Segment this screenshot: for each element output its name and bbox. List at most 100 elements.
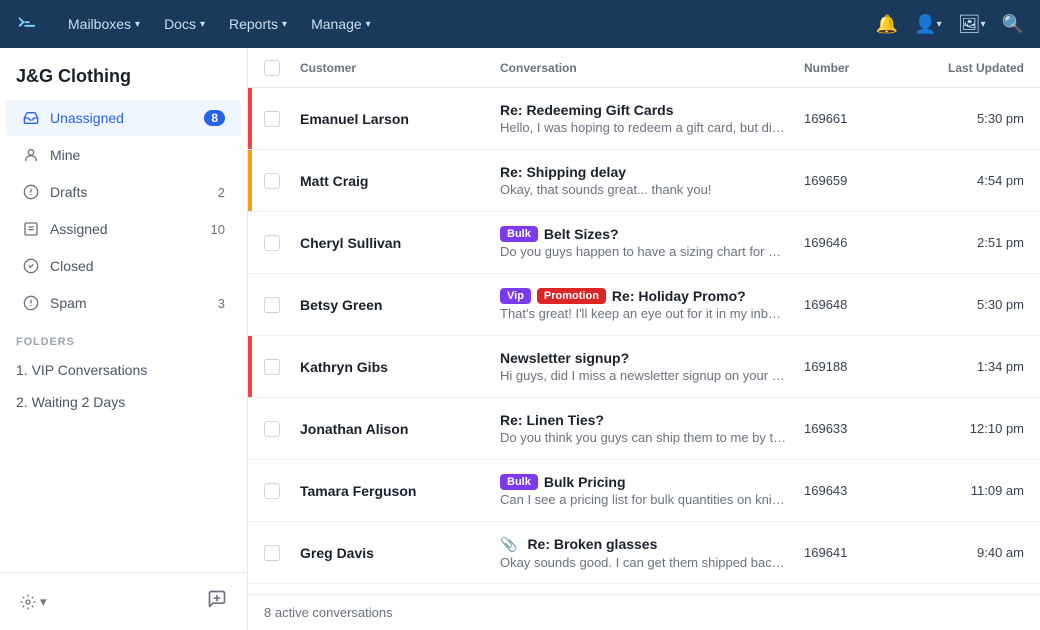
closed-label: Closed (50, 258, 225, 274)
sidebar-nav: Unassigned 8 Mine Drafts (0, 99, 247, 572)
table-row[interactable]: Cheryl Sullivan BulkBelt Sizes? Do you g… (248, 212, 1040, 274)
conversation-preview: That's great! I'll keep an eye out for i… (500, 306, 788, 321)
search-icon[interactable]: 🔍 (1002, 14, 1024, 35)
nav-reports-chevron: ▾ (282, 19, 287, 30)
row-checkbox[interactable] (264, 545, 280, 561)
conversation-number: 169188 (804, 359, 904, 374)
row-checkbox[interactable] (264, 483, 280, 499)
mine-icon (22, 146, 40, 164)
folder-waiting[interactable]: 2. Waiting 2 Days (0, 386, 247, 418)
row-checkbox-cell (264, 545, 300, 561)
conversation-cell: Newsletter signup? Hi guys, did I miss a… (500, 350, 804, 383)
conversation-preview: Hello, I was hoping to redeem a gift car… (500, 120, 788, 135)
conversation-preview: Do you think you guys can ship them to m… (500, 430, 788, 445)
number-header: Number (804, 61, 904, 75)
nav-manage[interactable]: Manage ▾ (301, 10, 381, 38)
nav-docs[interactable]: Docs ▾ (154, 10, 215, 38)
row-checkbox[interactable] (264, 359, 280, 375)
table-row[interactable]: Matt Craig Re: Shipping delay Okay, that… (248, 150, 1040, 212)
row-checkbox-cell (264, 421, 300, 437)
company-name: J&G Clothing (0, 48, 247, 99)
nav-docs-label: Docs (164, 16, 196, 32)
conversation-number: 169659 (804, 173, 904, 188)
user-profile-icon[interactable]: 👤▾ (914, 14, 941, 35)
mine-label: Mine (50, 147, 225, 163)
table-row[interactable]: Tamara Ferguson BulkBulk Pricing Can I s… (248, 460, 1040, 522)
nav-mailboxes[interactable]: Mailboxes ▾ (58, 10, 150, 38)
inbox-icon (22, 109, 40, 127)
conversation-number: 169633 (804, 421, 904, 436)
conversation-preview: Do you guys happen to have a sizing char… (500, 244, 788, 259)
sidebar-item-unassigned[interactable]: Unassigned 8 (6, 100, 241, 136)
table-header: Customer Conversation Number Last Update… (248, 48, 1040, 88)
last-updated-time: 12:10 pm (904, 421, 1024, 436)
conversation-cell: 📎Re: Broken glasses Okay sounds good. I … (500, 536, 804, 570)
status-bar: 8 active conversations (248, 594, 1040, 630)
row-checkbox[interactable] (264, 235, 280, 251)
avatar-icon[interactable]: 🖼▾ (958, 14, 986, 35)
closed-icon (22, 257, 40, 275)
last-updated-time: 11:09 am (904, 483, 1024, 498)
drafts-badge: 2 (218, 185, 225, 200)
nav-mailboxes-label: Mailboxes (68, 16, 131, 32)
last-updated-time: 9:40 am (904, 545, 1024, 560)
sidebar: J&G Clothing Unassigned 8 (0, 48, 248, 630)
customer-name: Kathryn Gibs (300, 359, 500, 375)
customer-name: Tamara Ferguson (300, 483, 500, 499)
customer-name: Emanuel Larson (300, 111, 500, 127)
conversation-table: Customer Conversation Number Last Update… (248, 48, 1040, 594)
compose-button[interactable] (199, 583, 235, 620)
customer-header: Customer (300, 61, 500, 75)
main-layout: J&G Clothing Unassigned 8 (0, 48, 1040, 630)
conversation-cell: Re: Linen Ties? Do you think you guys ca… (500, 412, 804, 445)
conversation-subject: Re: Linen Ties? (500, 412, 788, 428)
sidebar-item-spam[interactable]: Spam 3 (6, 285, 241, 321)
table-row[interactable]: Betsy Green VipPromotionRe: Holiday Prom… (248, 274, 1040, 336)
unassigned-badge: 8 (204, 110, 225, 126)
conversation-preview: Okay sounds good. I can get them shipped… (500, 555, 788, 570)
conversation-subject: VipPromotionRe: Holiday Promo? (500, 288, 788, 304)
updated-header: Last Updated (904, 61, 1024, 75)
nav-reports-label: Reports (229, 16, 278, 32)
assigned-icon (22, 220, 40, 238)
row-checkbox[interactable] (264, 297, 280, 313)
spam-badge: 3 (218, 296, 225, 311)
sidebar-item-mine[interactable]: Mine (6, 137, 241, 173)
row-checkbox[interactable] (264, 421, 280, 437)
conversation-subject: BulkBulk Pricing (500, 474, 788, 490)
nav-mailboxes-chevron: ▾ (135, 19, 140, 30)
sidebar-item-drafts[interactable]: Drafts 2 (6, 174, 241, 210)
row-checkbox[interactable] (264, 111, 280, 127)
settings-button[interactable]: ▾ (12, 588, 55, 616)
attachment-icon: 📎 (500, 536, 517, 553)
sidebar-item-closed[interactable]: Closed (6, 248, 241, 284)
nav-items: Mailboxes ▾ Docs ▾ Reports ▾ Manage ▾ (58, 10, 876, 38)
settings-label: ▾ (40, 594, 47, 610)
conversation-number: 169646 (804, 235, 904, 250)
conversation-cell: VipPromotionRe: Holiday Promo? That's gr… (500, 288, 804, 321)
sidebar-item-assigned[interactable]: Assigned 10 (6, 211, 241, 247)
last-updated-time: 1:34 pm (904, 359, 1024, 374)
table-row[interactable]: Emanuel Larson Re: Redeeming Gift Cards … (248, 88, 1040, 150)
table-row[interactable]: Kathryn Gibs Newsletter signup? Hi guys,… (248, 336, 1040, 398)
table-row[interactable]: Jonathan Alison Re: Linen Ties? Do you t… (248, 398, 1040, 460)
bulk-tag: Bulk (500, 226, 538, 242)
conversation-subject: BulkBelt Sizes? (500, 226, 788, 242)
nav-reports[interactable]: Reports ▾ (219, 10, 297, 38)
conversation-cell: BulkBelt Sizes? Do you guys happen to ha… (500, 226, 804, 259)
conversation-cell: Re: Shipping delay Okay, that sounds gre… (500, 164, 804, 197)
conversation-number: 169661 (804, 111, 904, 126)
table-row[interactable]: Greg Davis 📎Re: Broken glasses Okay soun… (248, 522, 1040, 584)
conversation-subject: Re: Shipping delay (500, 164, 788, 180)
customer-name: Matt Craig (300, 173, 500, 189)
row-checkbox[interactable] (264, 173, 280, 189)
folder-vip[interactable]: 1. VIP Conversations (0, 354, 247, 386)
row-checkbox-cell (264, 359, 300, 375)
conversation-subject: Re: Redeeming Gift Cards (500, 102, 788, 118)
sidebar-footer: ▾ (0, 572, 247, 630)
select-all-checkbox[interactable] (264, 60, 280, 76)
conversation-subject: 📎Re: Broken glasses (500, 536, 788, 553)
notifications-icon[interactable]: 🔔 (876, 14, 898, 35)
conversation-number: 169648 (804, 297, 904, 312)
customer-name: Greg Davis (300, 545, 500, 561)
